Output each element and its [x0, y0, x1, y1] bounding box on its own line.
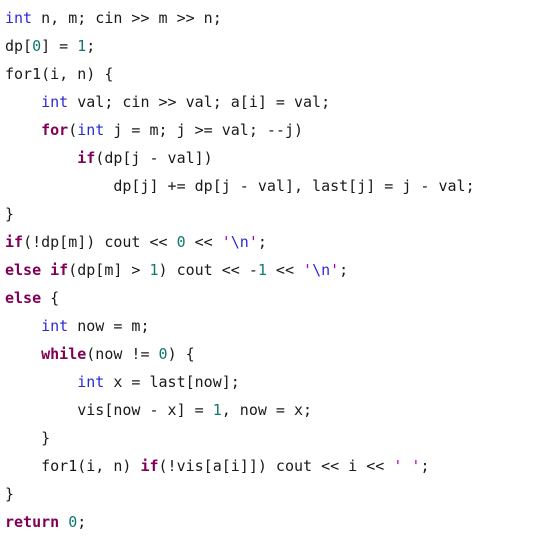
code-line[interactable]: while(now != 0) {: [5, 340, 535, 368]
code-token-keyword: if: [77, 149, 96, 167]
code-token-keyword: while: [41, 345, 87, 363]
code-token-number: 0: [32, 37, 42, 55]
code-token-type: int: [5, 9, 33, 27]
code-line[interactable]: if(!dp[m]) cout << 0 << '\n';: [5, 228, 535, 256]
code-line[interactable]: else if(dp[m] > 1) cout << -1 << '\n';: [5, 256, 535, 284]
code-token-quote: ': [303, 261, 313, 279]
code-token-plain: (!dp[m]) cout <<: [23, 233, 177, 251]
code-line[interactable]: if(dp[j - val]): [5, 144, 535, 172]
code-line[interactable]: int now = m;: [5, 312, 535, 340]
code-token-plain: (: [68, 121, 78, 139]
code-token-escape: \n: [312, 261, 331, 279]
code-line[interactable]: for1(i, n) if(!vis[a[i]]) cout << i << '…: [5, 452, 535, 480]
code-token-number: 0: [176, 233, 186, 251]
code-token-plain: ;: [420, 457, 430, 475]
code-token-number: 1: [212, 401, 222, 419]
code-token-type: int: [41, 317, 69, 335]
code-token-plain: dp[j] += dp[j - val], last[j] = j - val;: [5, 177, 475, 195]
code-token-plain: val; cin >> val; a[i] = val;: [68, 93, 331, 111]
code-token-quote: ': [248, 233, 258, 251]
code-token-type: int: [41, 93, 69, 111]
code-token-plain: (dp[j - val]): [95, 149, 213, 167]
code-line[interactable]: else {: [5, 284, 535, 312]
code-token-plain: (now !=: [86, 345, 159, 363]
code-viewer[interactable]: int n, m; cin >> m >> n; dp[0] = 1; for1(i…: [0, 0, 535, 536]
code-token-plain: (dp[m] >: [68, 261, 150, 279]
code-token-plain: x = last[now];: [104, 373, 240, 391]
code-token-plain: }: [5, 485, 15, 503]
code-token-plain: ;: [86, 37, 96, 55]
code-line[interactable]: for1(i, n) {: [5, 60, 535, 88]
code-token-plain: n, m; cin >> m >> n;: [32, 9, 222, 27]
code-token-plain: j = m; j >= val; --j): [104, 121, 304, 139]
code-block[interactable]: int n, m; cin >> m >> n; dp[0] = 1; for1(i…: [5, 4, 535, 536]
code-line[interactable]: vis[now - x] = 1, now = x;: [5, 396, 535, 424]
code-token-plain: ;: [257, 233, 267, 251]
code-token-quote: ': [330, 261, 340, 279]
code-token-number: 1: [77, 37, 87, 55]
code-token-plain: <<: [185, 233, 222, 251]
code-token-macro: for1: [5, 65, 42, 83]
code-line[interactable]: }: [5, 480, 535, 508]
code-token-number: 1: [149, 261, 159, 279]
code-token-type: int: [77, 373, 105, 391]
code-token-plain: vis[now - x] =: [5, 401, 213, 419]
code-token-escape: \n: [230, 233, 249, 251]
code-line[interactable]: dp[0] = 1;: [5, 32, 535, 60]
code-token-plain: ;: [339, 261, 349, 279]
code-token-plain: ;: [77, 513, 87, 531]
code-token-keyword: else: [5, 289, 42, 307]
code-line[interactable]: int n, m; cin >> m >> n;: [5, 4, 535, 32]
code-token-plain: ) cout << -: [158, 261, 258, 279]
code-line[interactable]: }: [5, 200, 535, 228]
code-line[interactable]: return 0;: [5, 508, 535, 536]
code-token-plain: {: [41, 289, 60, 307]
code-token-plain: dp[: [5, 37, 33, 55]
code-token-number: 0: [158, 345, 168, 363]
code-line[interactable]: dp[j] += dp[j - val], last[j] = j - val;: [5, 172, 535, 200]
code-token-plain: <<: [266, 261, 304, 279]
code-token-plain: (i, n) {: [41, 65, 114, 83]
code-token-type: int: [77, 121, 105, 139]
code-token-plain: ] =: [41, 37, 78, 55]
code-token-keyword: else: [5, 261, 42, 279]
code-token-keyword: return: [5, 513, 60, 531]
code-token-macro: for1: [41, 457, 78, 475]
code-token-plain: (i, n): [77, 457, 141, 475]
code-line[interactable]: int val; cin >> val; a[i] = val;: [5, 88, 535, 116]
code-line[interactable]: int x = last[now];: [5, 368, 535, 396]
code-token-keyword: if: [50, 261, 69, 279]
code-token-plain: ) {: [167, 345, 195, 363]
code-token-plain: now = m;: [68, 317, 150, 335]
code-token-quote: ': [221, 233, 231, 251]
code-token-plain: }: [5, 429, 51, 447]
code-token-plain: (!vis[a[i]]) cout << i <<: [158, 457, 394, 475]
code-token-quote: ' ': [393, 457, 421, 475]
code-line[interactable]: for(int j = m; j >= val; --j): [5, 116, 535, 144]
code-line[interactable]: }: [5, 424, 535, 452]
code-token-number: 1: [257, 261, 267, 279]
code-token-keyword: if: [140, 457, 159, 475]
code-token-number: 0: [68, 513, 78, 531]
code-token-plain: , now = x;: [221, 401, 313, 419]
code-token-keyword: if: [5, 233, 24, 251]
code-token-keyword: for: [41, 121, 69, 139]
code-token-plain: }: [5, 205, 15, 223]
